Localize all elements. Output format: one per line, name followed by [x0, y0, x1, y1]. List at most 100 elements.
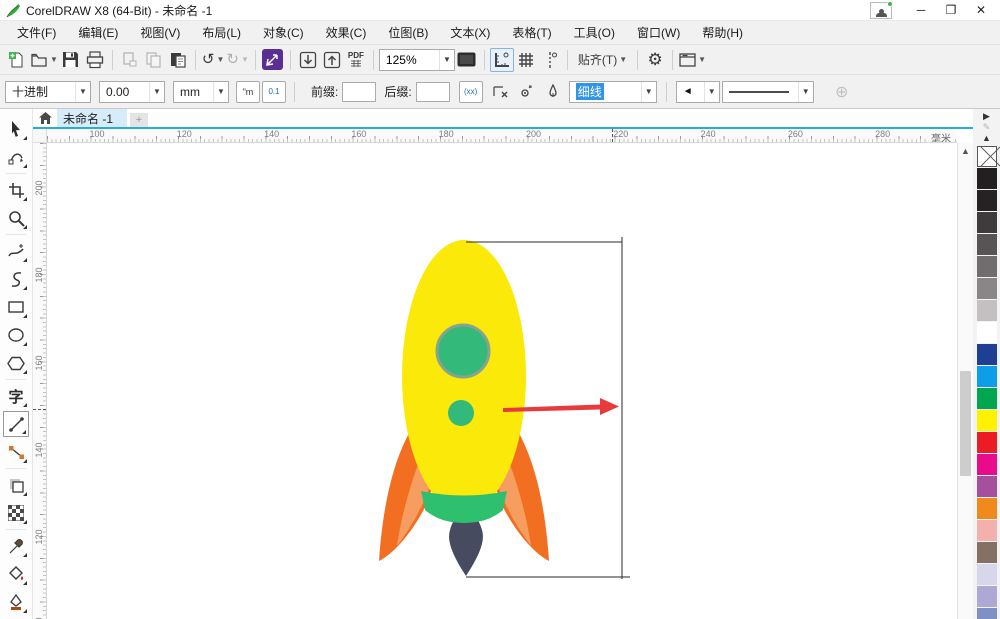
menu-item-tools[interactable]: 工具(O)	[563, 21, 626, 44]
snap-dropdown[interactable]: 贴齐(T) ▼	[573, 48, 632, 72]
vertical-ruler[interactable]: 200 180 160 140 120 100	[33, 143, 47, 619]
scroll-up-icon[interactable]: ▲	[958, 143, 973, 158]
copy-button[interactable]	[142, 48, 166, 72]
palette-swatch-6[interactable]	[976, 278, 997, 299]
menu-item-effects[interactable]: 效果(C)	[315, 21, 378, 44]
precision-dropdown-icon[interactable]: ▼	[149, 81, 164, 102]
palette-swatch-20[interactable]	[976, 586, 997, 607]
palette-swatch-13[interactable]	[976, 432, 997, 453]
palette-swatch-16[interactable]	[976, 498, 997, 519]
rocket-porthole-large[interactable]	[435, 323, 491, 379]
dimension-units-combobox[interactable]: mm ▼	[173, 80, 229, 103]
palette-swatch-15[interactable]	[976, 476, 997, 497]
palette-flyout-icon[interactable]: ▶	[977, 111, 997, 122]
text-position-button[interactable]	[489, 80, 513, 104]
pick-tool[interactable]	[3, 116, 29, 142]
menu-item-file[interactable]: 文件(F)	[6, 21, 67, 44]
arrowhead-combobox[interactable]: ◄ ▼	[675, 80, 720, 103]
menu-item-table[interactable]: 表格(T)	[501, 21, 562, 44]
palette-swatch-12[interactable]	[976, 410, 997, 431]
suffix-input[interactable]	[415, 81, 450, 102]
rectangle-tool[interactable]	[3, 294, 29, 320]
units-dropdown-icon[interactable]: ▼	[213, 81, 228, 102]
redo-dropdown-icon[interactable]: ▼	[241, 55, 249, 64]
undo-dropdown-icon[interactable]: ▼	[217, 55, 225, 64]
open-dropdown-icon[interactable]: ▼	[50, 55, 58, 64]
application-launcher-button[interactable]: ▼	[678, 48, 707, 72]
parallel-dimension-tool[interactable]	[3, 411, 29, 437]
palette-swatch-17[interactable]	[976, 520, 997, 541]
drawing-canvas[interactable]	[47, 143, 957, 619]
horizontal-ruler[interactable]: 毫米 100 120 140 160 180 200 220 240 260 280	[47, 129, 957, 143]
connector-tool[interactable]	[3, 439, 29, 465]
close-button[interactable]: ✕	[966, 1, 996, 20]
palette-swatch-11[interactable]	[976, 388, 997, 409]
dimension-style-dropdown-icon[interactable]: ▼	[75, 81, 90, 102]
palette-scroll-up-icon[interactable]: ▲	[977, 133, 997, 143]
export-button[interactable]	[320, 48, 344, 72]
palette-swatch-3[interactable]	[976, 212, 997, 233]
palette-swatch-4[interactable]	[976, 234, 997, 255]
show-units-toggle-button[interactable]: ”m	[236, 80, 260, 103]
search-content-button[interactable]	[261, 48, 285, 72]
rulers-toggle-button[interactable]	[489, 47, 514, 72]
dimension-precision-combobox[interactable]: 0.00 ▼	[99, 80, 165, 103]
menu-item-text[interactable]: 文本(X)	[439, 21, 501, 44]
full-screen-preview-button[interactable]	[455, 48, 479, 72]
grid-toggle-button[interactable]	[514, 48, 538, 72]
rocket-band[interactable]	[421, 491, 507, 523]
palette-swatch-18[interactable]	[976, 542, 997, 563]
drop-shadow-tool[interactable]	[3, 472, 29, 498]
text-tool[interactable]: 字	[3, 383, 29, 409]
arrowhead-dropdown-icon[interactable]: ▼	[703, 81, 719, 102]
menu-item-view[interactable]: 视图(V)	[129, 21, 191, 44]
canvas-vertical-scrollbar[interactable]: ▲	[957, 143, 973, 619]
save-button[interactable]	[59, 48, 83, 72]
palette-swatch-2[interactable]	[976, 190, 997, 211]
outline-width-combobox[interactable]: 细线 ▼	[568, 80, 657, 103]
line-style-combobox[interactable]: ▼	[721, 80, 814, 103]
menu-item-object[interactable]: 对象(C)	[252, 21, 315, 44]
ruler-origin-box[interactable]	[33, 129, 47, 143]
palette-swatch-1[interactable]	[976, 168, 997, 189]
new-document-button[interactable]	[5, 48, 29, 72]
maximize-button[interactable]: ❐	[936, 1, 966, 20]
center-marker-button[interactable]	[513, 80, 537, 104]
open-button[interactable]: ▼	[29, 48, 59, 72]
line-style-dropdown-icon[interactable]: ▼	[797, 81, 813, 102]
print-button[interactable]	[83, 48, 107, 72]
leading-zero-toggle-button[interactable]: 0.1	[262, 80, 286, 103]
palette-swatch-9[interactable]	[976, 344, 997, 365]
undo-button[interactable]: ↺ ▼	[201, 48, 226, 72]
zoom-tool[interactable]	[3, 205, 29, 231]
freehand-tool[interactable]	[3, 238, 29, 264]
interactive-fill-tool[interactable]	[3, 561, 29, 587]
publish-pdf-button[interactable]: PDF	[344, 48, 368, 72]
paste-button[interactable]	[166, 48, 190, 72]
smart-fill-tool[interactable]	[3, 589, 29, 615]
polygon-tool[interactable]	[3, 350, 29, 376]
menu-item-layout[interactable]: 布局(L)	[191, 21, 252, 44]
rocket-flame[interactable]	[449, 514, 483, 576]
zoom-dropdown-icon[interactable]: ▼	[438, 49, 454, 70]
menu-item-bitmaps[interactable]: 位图(B)	[377, 21, 439, 44]
prefix-input[interactable]	[342, 81, 377, 102]
palette-swatch-none[interactable]	[976, 146, 997, 167]
welcome-tab[interactable]	[33, 109, 57, 127]
transparency-tool[interactable]	[3, 500, 29, 526]
outline-width-dropdown-icon[interactable]: ▼	[640, 81, 656, 102]
palette-swatch-14[interactable]	[976, 454, 997, 475]
rocket-porthole-small[interactable]	[448, 400, 474, 426]
guidelines-toggle-button[interactable]	[538, 48, 562, 72]
minimize-button[interactable]: ─	[906, 1, 936, 20]
palette-swatch-19[interactable]	[976, 564, 997, 585]
new-tab-button[interactable]: +	[130, 113, 149, 127]
scrollbar-thumb[interactable]	[960, 371, 971, 476]
sign-in-icon[interactable]	[870, 0, 893, 19]
crop-tool[interactable]	[3, 177, 29, 203]
dimension-text-button[interactable]: (xx)	[458, 80, 483, 103]
redo-button[interactable]: ↻ ▼	[225, 48, 250, 72]
cut-button[interactable]	[118, 48, 142, 72]
palette-swatch-5[interactable]	[976, 256, 997, 277]
outline-pen-button[interactable]	[541, 80, 565, 104]
